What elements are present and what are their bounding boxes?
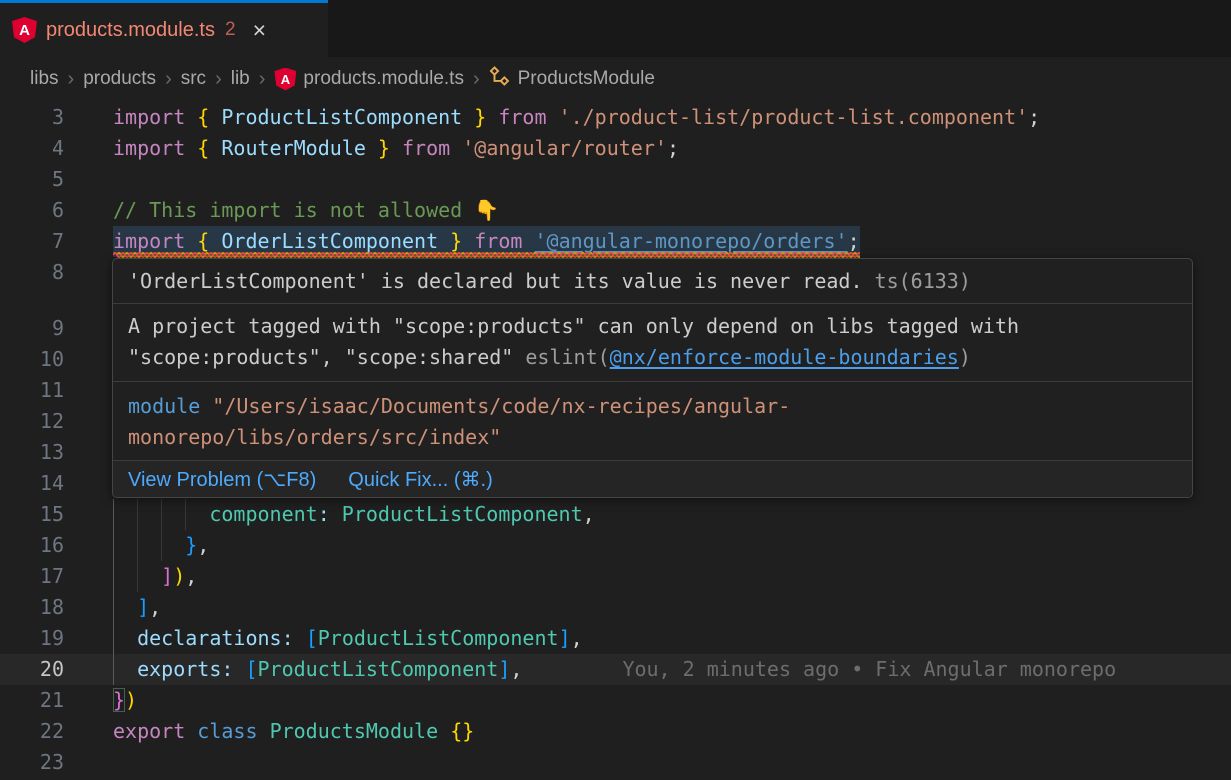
code-line-21[interactable]: 21}) [0,685,1231,716]
line-number: 5 [0,164,64,195]
hover-module-info: module "/Users/isaac/Documents/code/nx-r… [113,382,1192,461]
code-line-17[interactable]: 17 ]), [0,561,1231,592]
line-number: 12 [0,406,64,437]
indent-guide [185,499,186,530]
tab-error-badge: 2 [225,19,236,41]
code-editor[interactable]: 3import { ProductListComponent } from '.… [0,101,1231,780]
angular-icon: A [274,68,296,91]
active-indent-guide [113,623,114,654]
vscode-window: A products.module.ts 2 × libs › products › s… [0,0,1231,780]
code-line-20[interactable]: 20 exports: [ProductListComponent],You, … [0,654,1231,685]
active-indent-guide [113,561,114,592]
breadcrumb-separator: › [215,68,222,91]
breadcrumb-separator: › [259,68,266,91]
eslint-message-line2: "scope:products", "scope:shared" [128,345,525,369]
breadcrumb-item-products[interactable]: products [83,68,156,90]
breadcrumb: libs › products › src › lib › Aproducts.module.t… [0,57,1231,101]
line-number: 10 [0,344,64,375]
code-line-18[interactable]: 18 ], [0,592,1231,623]
breadcrumb-item-lib[interactable]: lib [231,68,250,90]
module-keyword: module [128,394,200,418]
active-indent-guide [113,530,114,561]
line-number: 20 [0,654,64,685]
eslint-message-line1: A project tagged with "scope:products" c… [128,314,1019,338]
class-icon [489,65,511,93]
hover-actions: View Problem (⌥F8) Quick Fix... (⌘.) [113,461,1192,497]
ts-error-code: ts(6133) [863,269,971,293]
hover-ts-error: 'OrderListComponent' is declared but its… [113,259,1192,304]
indent-guide [137,499,138,530]
line-number: 7 [0,226,64,257]
git-blame-annotation: You, 2 minutes ago • Fix Angular monorep… [622,657,1116,681]
line-number: 9 [0,313,64,344]
highlighted-import-statement: import { OrderListComponent } from '@ang… [113,226,860,257]
code-line-3[interactable]: 3import { ProductListComponent } from '.… [0,102,1231,133]
code-line-5[interactable]: 5 [0,164,1231,195]
indent-guide [137,561,138,592]
line-number: 6 [0,195,64,226]
line-number: 23 [0,747,64,778]
breadcrumb-item-products-module-ts[interactable]: Aproducts.module.ts [274,68,464,91]
line-number: 16 [0,530,64,561]
breadcrumb-item-libs[interactable]: libs [30,68,59,90]
line-number: 14 [0,468,64,499]
line-number: 22 [0,716,64,747]
line-number: 4 [0,133,64,164]
code-line-22[interactable]: 22export class ProductsModule {} [0,716,1231,747]
breadcrumb-separator: › [165,68,172,91]
line-number: 18 [0,592,64,623]
indent-guide [137,530,138,561]
line-number: 19 [0,623,64,654]
line-number: 17 [0,561,64,592]
line-number: 3 [0,102,64,133]
hover-popup: 'OrderListComponent' is declared but its… [112,258,1193,498]
tab-products-module[interactable]: A products.module.ts 2 × [0,0,328,57]
indent-guide [161,499,162,530]
indent-guide [161,530,162,561]
breadcrumb-item-src[interactable]: src [181,68,206,90]
line-number: 8 [0,257,64,288]
module-path-line2: monorepo/libs/orders/src/index" [128,425,501,449]
eslint-source-prefix: eslint( [525,345,609,369]
angular-icon: A [12,17,37,43]
code-line-23[interactable]: 23 [0,747,1231,778]
code-line-16[interactable]: 16 }, [0,530,1231,561]
tab-title: products.module.ts [46,19,215,42]
code-line-4[interactable]: 4import { RouterModule } from '@angular/… [0,133,1231,164]
tab-bar: A products.module.ts 2 × [0,0,1231,57]
line-number: 21 [0,685,64,716]
active-indent-guide [113,499,114,530]
code-line-19[interactable]: 19 declarations: [ProductListComponent], [0,623,1231,654]
breadcrumb-separator: › [68,68,75,91]
code-line-7[interactable]: 7 import { OrderListComponent } from '@an… [0,226,1231,257]
line-number: 15 [0,499,64,530]
close-icon[interactable]: × [253,19,266,42]
breadcrumb-item-productsmodule[interactable]: ProductsModule [489,65,655,93]
hover-eslint-error: A project tagged with "scope:products" c… [113,304,1192,382]
view-problem-link[interactable]: View Problem (⌥F8) [128,467,316,492]
breadcrumb-separator: › [473,68,480,91]
quick-fix-link[interactable]: Quick Fix... (⌘.) [348,467,492,492]
line-number: 11 [0,375,64,406]
module-path-line1: "/Users/isaac/Documents/code/nx-recipes/… [200,394,790,418]
eslint-source-suffix: ) [959,345,971,369]
code-line-15[interactable]: 15 component: ProductListComponent, [0,499,1231,530]
ts-error-message: 'OrderListComponent' is declared but its… [128,269,863,293]
import-path-link[interactable]: '@angular-monorepo/orders' [534,229,847,253]
line-number: 13 [0,437,64,468]
active-indent-guide [113,592,114,623]
active-indent-guide [113,654,114,685]
code-line-6[interactable]: 6// This import is not allowed 👇 [0,195,1231,226]
eslint-rule-link[interactable]: @nx/enforce-module-boundaries [610,345,959,369]
